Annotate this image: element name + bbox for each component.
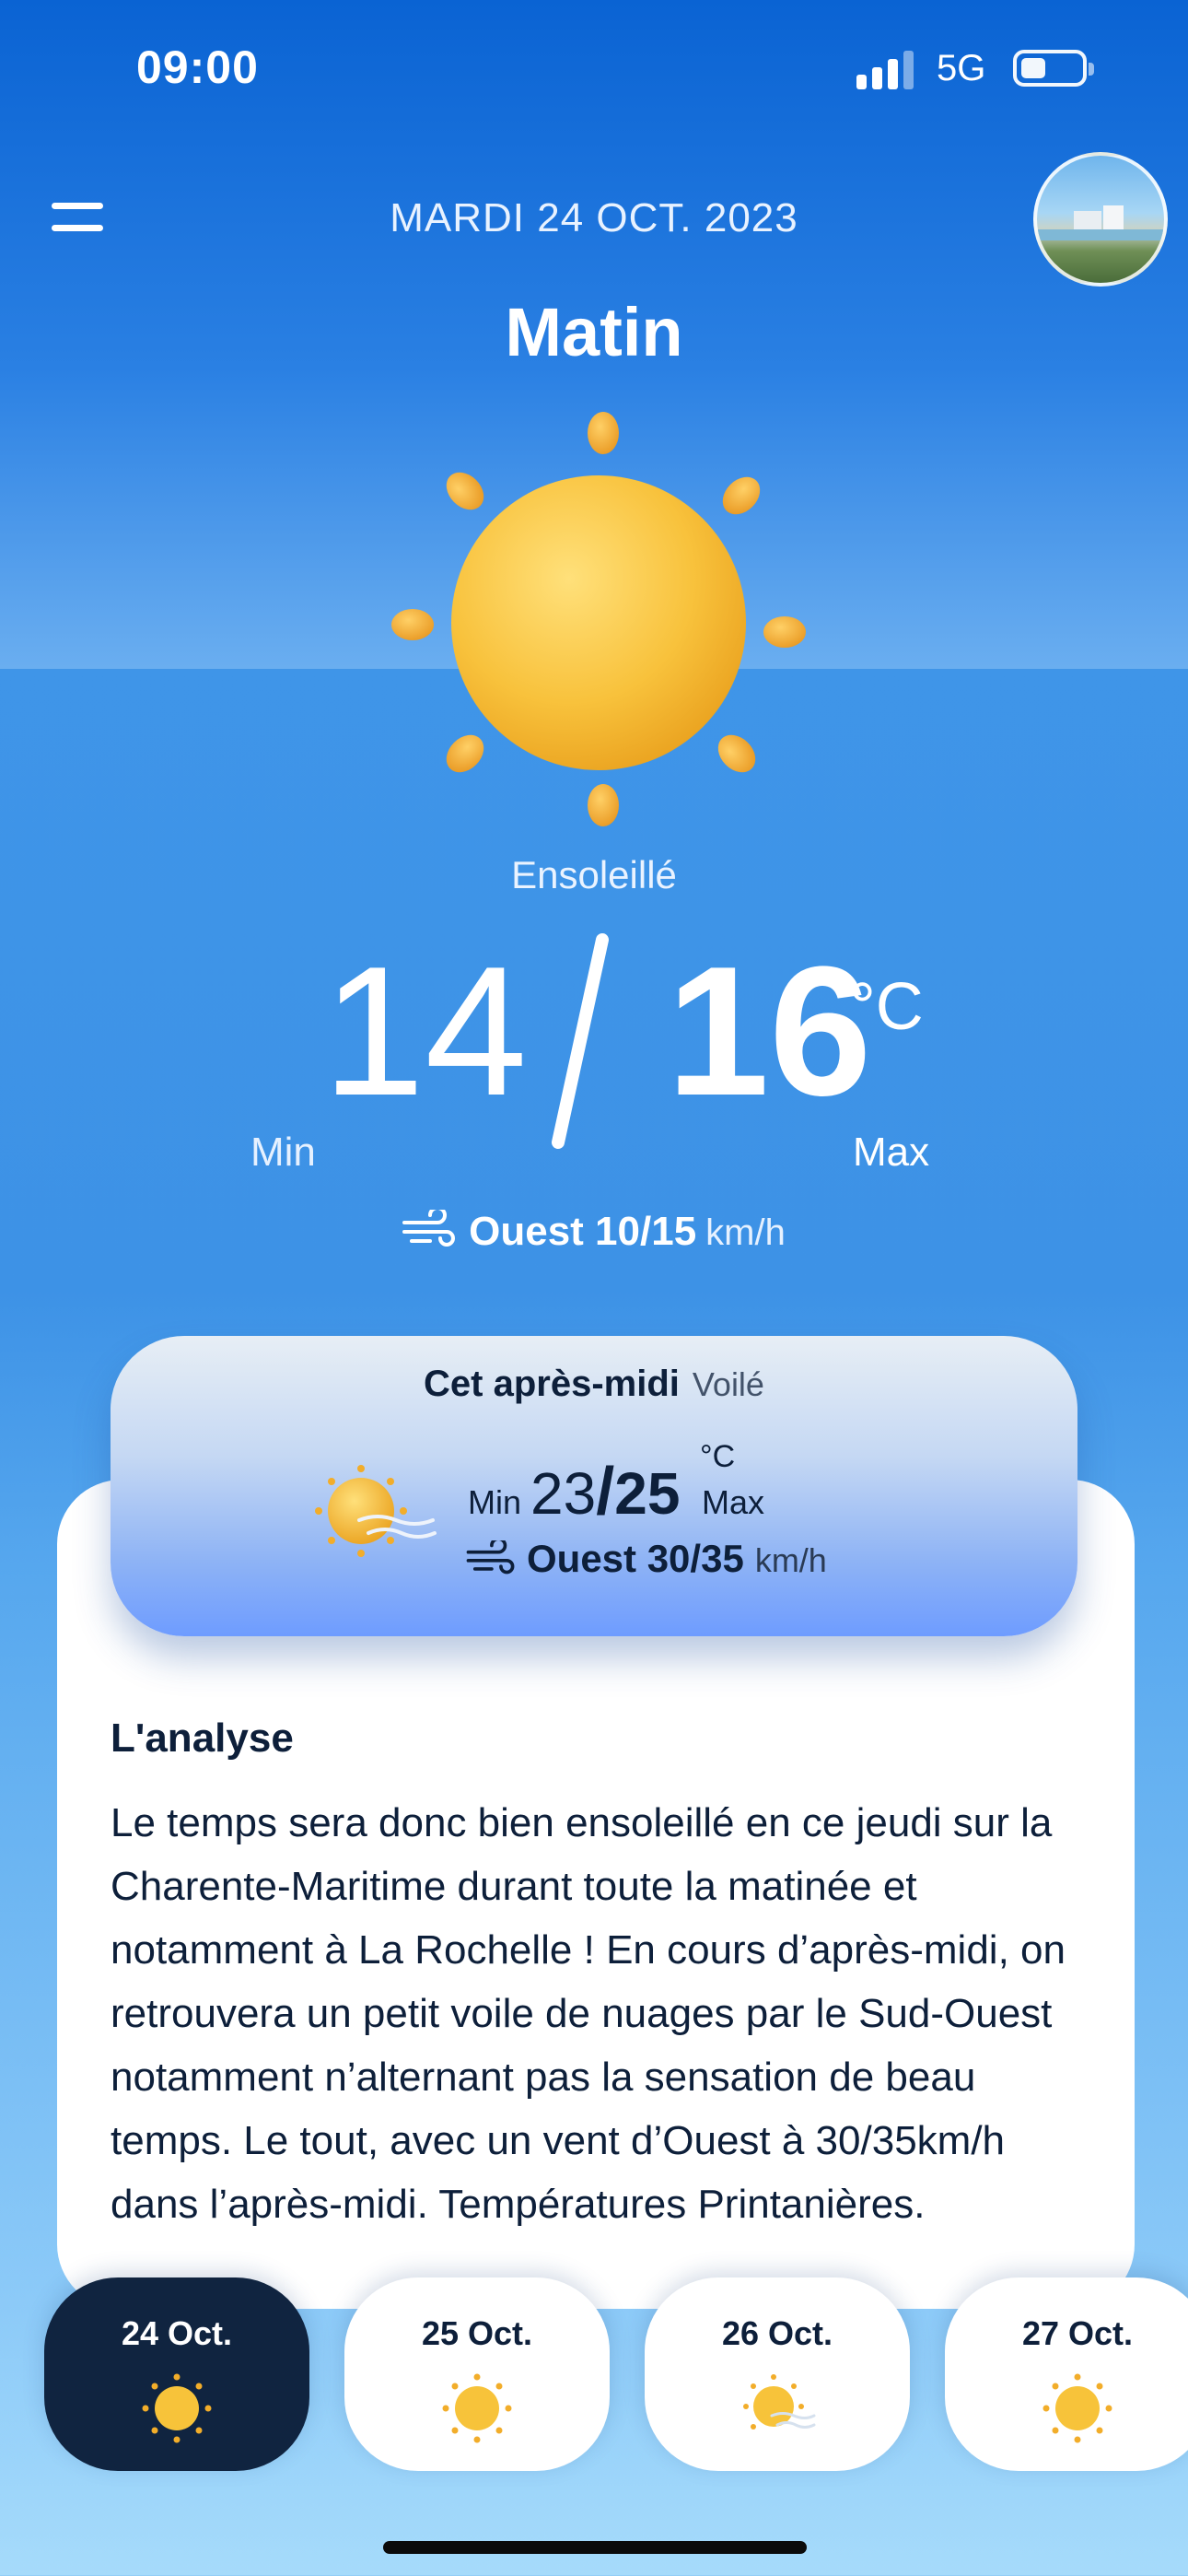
afternoon-wind-direction: Ouest 30/35: [527, 1537, 744, 1580]
sun-icon: [442, 2373, 512, 2443]
temp-max: 16: [667, 929, 872, 1134]
network-type: 5G: [937, 48, 986, 88]
sun-icon: [142, 2373, 212, 2443]
day-tab-25[interactable]: 25 Oct.: [344, 2277, 610, 2471]
day-tab-26[interactable]: 26 Oct.: [645, 2277, 910, 2471]
wind-direction: Ouest 10/15: [469, 1209, 697, 1254]
page-date: MARDI 24 OCT. 2023: [390, 195, 798, 240]
afternoon-unit: °C: [700, 1439, 736, 1474]
sun-icon: [1042, 2373, 1112, 2443]
day-label: 27 Oct.: [1021, 2314, 1134, 2352]
home-indicator[interactable]: [383, 2541, 807, 2554]
afternoon-min: 23: [530, 1460, 597, 1527]
afternoon-max-label: Max: [702, 1483, 765, 1521]
weather-condition: Ensoleillé: [511, 853, 677, 896]
day-label: 24 Oct.: [121, 2314, 233, 2352]
day-tab-27[interactable]: 27 Oct.: [945, 2277, 1188, 2471]
afternoon-min-label: Min: [468, 1483, 522, 1521]
wind-icon: [466, 1537, 515, 1575]
temp-unit: °C: [849, 970, 924, 1044]
afternoon-temps: Min 23/25: [468, 1454, 680, 1529]
max-label: Max: [853, 1130, 930, 1175]
afternoon-header: Cet après-midi Voilé: [111, 1364, 1077, 1405]
wind-icon: [402, 1206, 456, 1247]
analysis-title: L'analyse: [111, 1715, 294, 1761]
day-label: 25 Oct.: [421, 2314, 533, 2352]
wind-unit: km/h: [705, 1212, 786, 1253]
avatar[interactable]: [1033, 152, 1168, 287]
afternoon-max: 25: [614, 1460, 681, 1527]
afternoon-wind-unit: km/h: [754, 1541, 827, 1579]
afternoon-separator: /: [596, 1455, 615, 1528]
afternoon-card[interactable]: Cet après-midi Voilé Min 23/25 °C Max Oues…: [111, 1336, 1077, 1636]
wind-info: Ouest 10/15 km/h: [0, 1206, 1188, 1255]
day-tab-24[interactable]: 24 Oct.: [44, 2277, 309, 2471]
page-title: Matin: [505, 294, 683, 370]
sun-haze-icon: [315, 1465, 437, 1557]
afternoon-condition: Voilé: [692, 1365, 764, 1403]
signal-icon: [856, 51, 917, 89]
day-label: 26 Oct.: [721, 2314, 833, 2352]
temp-separator: [552, 933, 609, 1149]
afternoon-title: Cet après-midi: [424, 1364, 680, 1404]
sun-haze-icon: [743, 2374, 816, 2430]
temp-min: 14: [322, 929, 528, 1134]
status-time: 09:00: [136, 41, 259, 93]
afternoon-wind: Ouest 30/35 km/h: [466, 1537, 827, 1581]
min-label: Min: [250, 1130, 316, 1175]
sun-icon: [391, 412, 806, 826]
analysis-text: Le temps sera donc bien ensoleillé en ce…: [111, 1800, 1066, 2227]
battery-icon: [1013, 50, 1094, 87]
